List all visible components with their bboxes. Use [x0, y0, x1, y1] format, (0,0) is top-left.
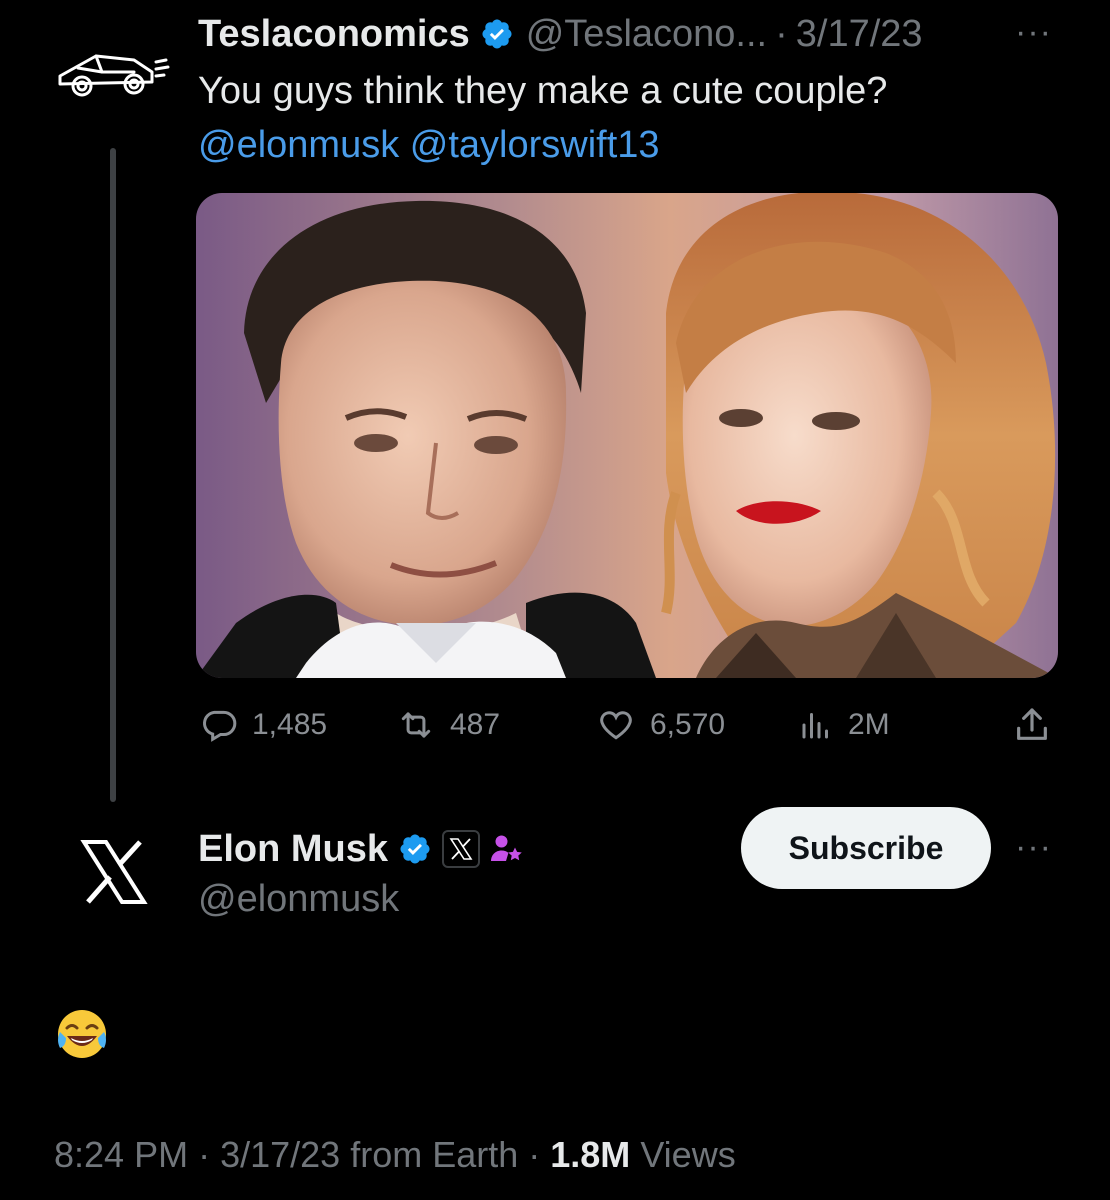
verified-badge-icon	[398, 832, 432, 866]
thread-connector-line	[110, 148, 116, 802]
tweet-source: from Earth	[340, 1134, 519, 1175]
tweet-time[interactable]: 8:24 PM	[54, 1134, 188, 1175]
subscribe-button[interactable]: Subscribe	[741, 807, 991, 889]
tweet-action-bar: 1,485 487 6,570 2M	[196, 700, 1058, 750]
tweet-date[interactable]: 3/17/23	[220, 1134, 340, 1175]
repost-button[interactable]: 487	[396, 700, 500, 750]
quoted-author-name[interactable]: Teslaconomics	[198, 13, 470, 56]
reply-button[interactable]: 1,485	[200, 700, 327, 750]
reply-author-handle[interactable]: @elonmusk	[198, 878, 399, 921]
views-label: Views	[630, 1134, 736, 1175]
verified-badge-icon	[480, 17, 514, 51]
tweet-media-image[interactable]	[196, 193, 1058, 678]
x-logo-icon[interactable]	[80, 840, 148, 904]
quoted-tweet-date[interactable]: 3/17/23	[796, 13, 923, 56]
more-icon[interactable]: ···	[1015, 13, 1052, 52]
mention-link[interactable]: @elonmusk	[198, 124, 399, 166]
quoted-tweet-header: Teslaconomics @Teslacono... · 3/17/23	[198, 10, 923, 58]
repost-count: 487	[450, 708, 501, 741]
views-icon	[798, 706, 834, 744]
subscriber-badge-icon	[488, 831, 524, 867]
mention-link[interactable]: @taylorswift13	[410, 124, 660, 166]
repost-icon	[396, 706, 436, 744]
share-button[interactable]	[1012, 700, 1052, 750]
header-separator: ·	[775, 12, 788, 55]
like-button[interactable]: 6,570	[596, 700, 725, 750]
reply-count: 1,485	[252, 708, 328, 741]
tears-of-joy-emoji: 😂	[54, 1006, 110, 1062]
views-total: 1.8M	[550, 1134, 631, 1175]
like-count: 6,570	[650, 708, 726, 741]
reply-tweet-header: Elon Musk	[198, 825, 524, 873]
more-icon[interactable]: ···	[1015, 828, 1052, 867]
reply-icon	[200, 706, 238, 744]
views-count: 2M	[848, 708, 890, 741]
like-icon	[596, 706, 636, 744]
views-button[interactable]: 2M	[798, 700, 890, 750]
tesla-car-icon[interactable]	[52, 42, 170, 104]
meta-separator: ·	[188, 1134, 221, 1175]
meta-separator: ·	[518, 1134, 551, 1175]
quoted-tweet-text: You guys think they make a cute couple? …	[198, 64, 1068, 172]
quoted-tweet-body: You guys think they make a cute couple?	[198, 70, 888, 112]
quoted-author-handle[interactable]: @Teslacono...	[526, 13, 767, 56]
tweet-meta-line: 8:24 PM · 3/17/23 from Earth · 1.8M View…	[54, 1134, 736, 1176]
affiliate-x-icon[interactable]	[442, 830, 481, 868]
share-icon	[1012, 705, 1052, 745]
reply-author-name[interactable]: Elon Musk	[198, 828, 388, 871]
